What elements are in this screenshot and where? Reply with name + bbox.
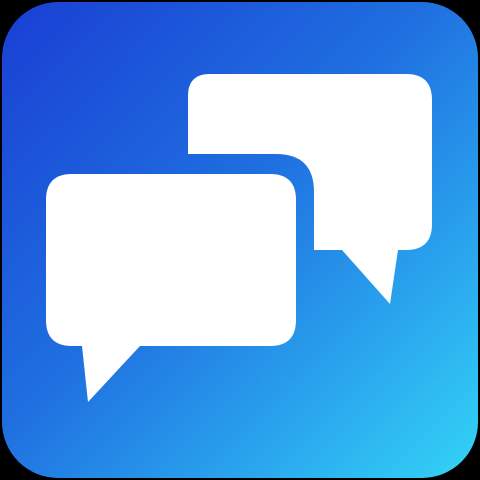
front-bubble-shape — [46, 174, 296, 402]
app-icon-tile[interactable] — [2, 2, 478, 478]
front-speech-bubble — [46, 174, 296, 402]
chat-bubbles-icon — [46, 74, 432, 402]
